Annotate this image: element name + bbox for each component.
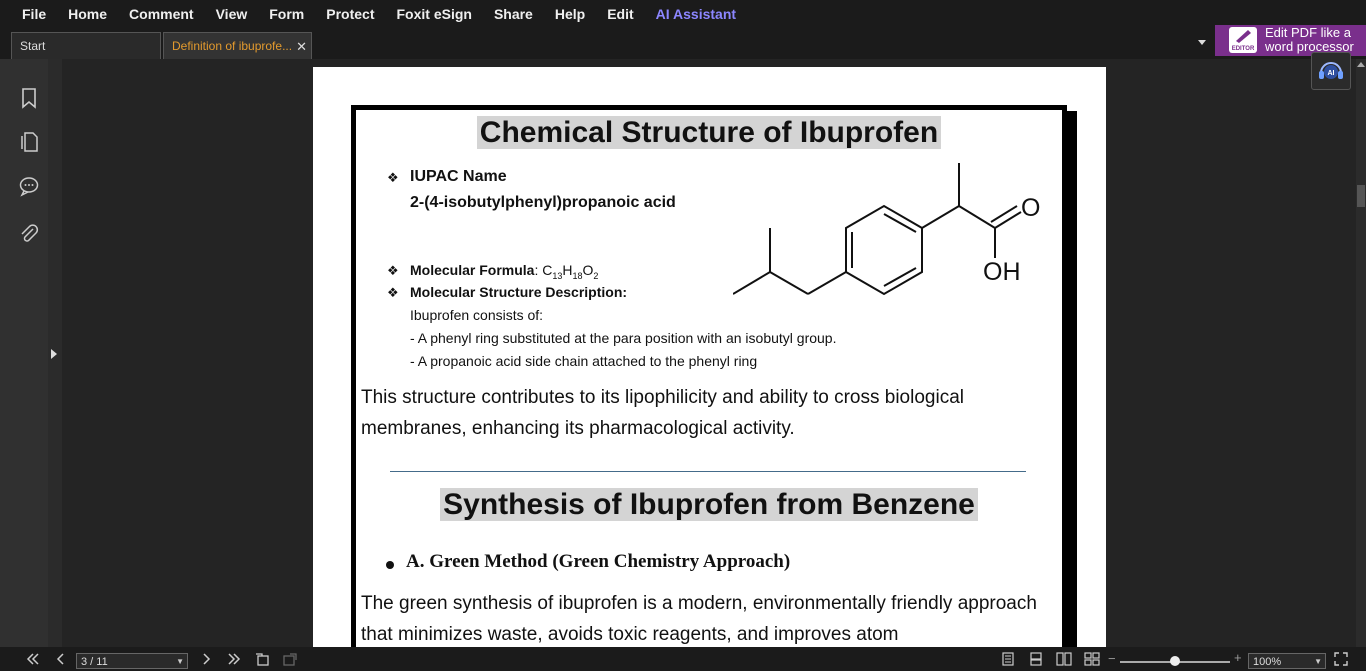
status-center-area <box>600 647 765 659</box>
menu-share[interactable]: Share <box>483 6 544 22</box>
ai-badge-text: AI <box>1328 70 1335 77</box>
pdf-page[interactable]: Chemical Structure of Ibuprofen ❖ IUPAC … <box>313 67 1106 647</box>
formula-h: H <box>562 262 573 278</box>
editor-promo-line1: Edit PDF like a <box>1265 25 1351 40</box>
heading-text: Synthesis of Ibuprofen from Benzene <box>440 488 978 521</box>
status-bar: 3 / 11 ▼ − + 100% ▼ <box>0 647 1366 671</box>
diamond-bullet-icon: ❖ <box>387 170 399 185</box>
structure-line1: - A phenyl ring substituted at the para … <box>410 330 837 346</box>
zoom-slider-handle[interactable] <box>1170 656 1180 666</box>
next-view-icon[interactable] <box>282 652 298 666</box>
zoom-out-icon[interactable]: − <box>1108 651 1116 666</box>
chevron-down-icon[interactable]: ▼ <box>176 654 184 670</box>
page-number-input[interactable]: 3 / 11 ▼ <box>76 653 188 669</box>
menu-bar: File Home Comment View Form Protect Foxi… <box>0 0 1366 28</box>
ibuprofen-structure-diagram: O OH <box>733 163 1040 296</box>
next-page-icon[interactable] <box>198 652 214 666</box>
structure-label: Molecular Structure Description: <box>410 284 628 300</box>
pen-icon <box>1236 30 1251 43</box>
ai-assistant-button[interactable]: AI <box>1311 52 1351 90</box>
close-icon[interactable]: ✕ <box>296 33 307 60</box>
bookmark-icon[interactable] <box>18 87 40 109</box>
facing-view-icon[interactable] <box>1056 652 1072 666</box>
expand-sidebar-icon[interactable] <box>51 349 57 359</box>
menu-comment[interactable]: Comment <box>118 6 205 22</box>
sidebar-panel <box>0 59 48 647</box>
continuous-facing-view-icon[interactable] <box>1084 652 1100 666</box>
vertical-scrollbar[interactable] <box>1356 59 1366 647</box>
continuous-view-icon[interactable] <box>1028 652 1044 666</box>
editor-promo-text: Edit PDF like a word processor <box>1265 26 1354 54</box>
diamond-bullet-icon: ❖ <box>387 285 399 300</box>
paragraph-green-synthesis: The green synthesis of ibuprofen is a mo… <box>361 593 1037 645</box>
heading-chemical-structure: Chemical Structure of Ibuprofen <box>356 116 1062 150</box>
editor-logo: EDITOR <box>1229 27 1257 53</box>
attachment-icon[interactable] <box>18 223 40 245</box>
heading-synthesis: Synthesis of Ibuprofen from Benzene <box>356 488 1062 522</box>
scroll-up-icon[interactable] <box>1357 61 1365 69</box>
left-sidebar <box>0 59 62 647</box>
heading-text: Chemical Structure of Ibuprofen <box>476 116 942 149</box>
tab-document[interactable]: Definition of ibuprofe... ✕ <box>163 32 312 59</box>
menu-help[interactable]: Help <box>544 6 596 22</box>
formula-label: Molecular Formula <box>410 262 535 278</box>
fullscreen-icon[interactable] <box>1334 652 1348 666</box>
formula-c: C <box>542 262 553 278</box>
formula-separator: : <box>534 262 539 278</box>
formula-o: O <box>582 262 594 278</box>
menu-form[interactable]: Form <box>258 6 315 22</box>
section-divider <box>390 471 1026 472</box>
chevron-down-icon[interactable] <box>1196 36 1208 48</box>
molecular-formula-line: Molecular Formula: C13H18O2 <box>410 262 598 281</box>
pages-icon[interactable] <box>18 131 40 153</box>
menu-ai-assistant[interactable]: AI Assistant <box>645 6 747 22</box>
page-content: Chemical Structure of Ibuprofen ❖ IUPAC … <box>355 109 1063 647</box>
tab-bar: Start Definition of ibuprofe... ✕ <box>0 28 1366 59</box>
headset-icon: AI <box>1319 62 1343 79</box>
molecule-bonds <box>733 163 1022 296</box>
chevron-down-icon[interactable]: ▼ <box>1314 654 1322 670</box>
hydroxyl-label: OH <box>983 258 1021 286</box>
oxygen-label: O <box>1021 194 1040 222</box>
menu-foxit-esign[interactable]: Foxit eSign <box>385 6 482 22</box>
menu-home[interactable]: Home <box>57 6 118 22</box>
formula-h-sub: 18 <box>572 270 583 281</box>
editor-logo-text: EDITOR <box>1231 46 1255 52</box>
first-page-icon[interactable] <box>25 652 41 666</box>
comments-icon[interactable] <box>18 175 40 197</box>
single-page-view-icon[interactable] <box>1000 652 1016 666</box>
tab-start[interactable]: Start <box>11 32 161 59</box>
page-number-value: 3 / 11 <box>81 656 108 668</box>
formula-o-sub: 2 <box>593 270 599 281</box>
tab-document-label: Definition of ibuprofe... <box>172 39 293 53</box>
iupac-value: 2-(4-isobutylphenyl)propanoic acid <box>410 194 676 211</box>
iupac-label: IUPAC Name <box>410 168 507 185</box>
prev-page-icon[interactable] <box>53 652 69 666</box>
formula-c-sub: 13 <box>552 270 563 281</box>
structure-line2: - A propanoic acid side chain attached t… <box>410 353 758 369</box>
previous-view-icon[interactable] <box>254 652 270 666</box>
menu-file[interactable]: File <box>0 6 57 22</box>
page-border: Chemical Structure of Ibuprofen ❖ IUPAC … <box>351 105 1067 647</box>
diamond-bullet-icon: ❖ <box>387 263 399 278</box>
bullet-dot <box>386 561 394 569</box>
zoom-in-icon[interactable]: + <box>1234 650 1242 665</box>
scrollbar-thumb[interactable] <box>1357 185 1365 207</box>
green-method-heading: A. Green Method (Green Chemistry Approac… <box>406 551 791 572</box>
paragraph-lipophilicity: This structure contributes to its lipoph… <box>361 387 964 439</box>
menu-protect[interactable]: Protect <box>315 6 385 22</box>
menu-view[interactable]: View <box>205 6 259 22</box>
menu-edit[interactable]: Edit <box>596 6 644 22</box>
zoom-level-value: 100% <box>1253 656 1282 668</box>
structure-intro: Ibuprofen consists of: <box>410 307 544 323</box>
last-page-icon[interactable] <box>226 652 242 666</box>
zoom-level-input[interactable]: 100% ▼ <box>1248 653 1326 669</box>
